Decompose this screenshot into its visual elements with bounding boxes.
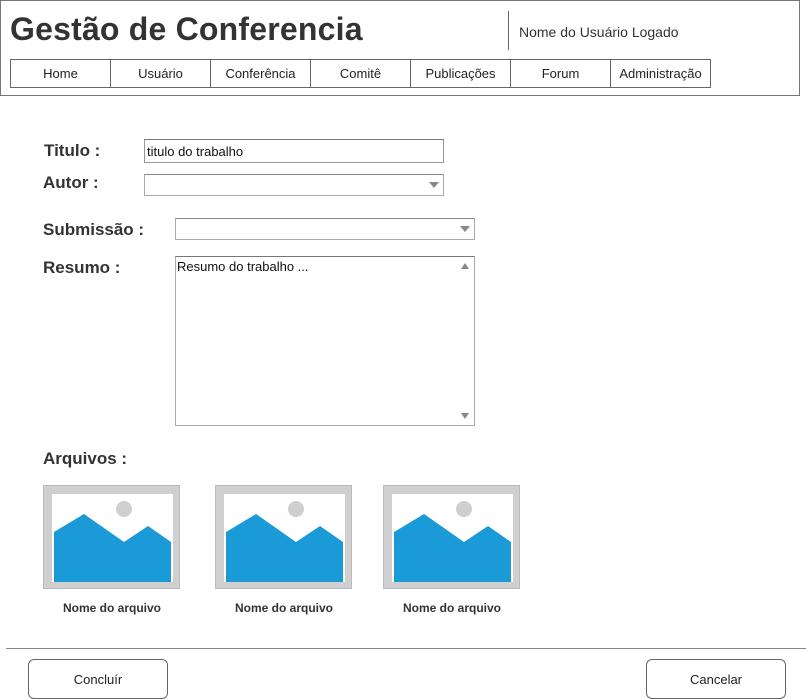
autor-label: Autor : <box>43 173 99 192</box>
nav-item-forum[interactable]: Forum <box>510 59 611 88</box>
titulo-input[interactable]: titulo do trabalho <box>144 139 444 163</box>
file-card[interactable]: Nome do arquivo <box>215 485 353 615</box>
file-name: Nome do arquivo <box>62 601 161 615</box>
chevron-down-icon[interactable] <box>425 175 443 195</box>
nav-item-comite[interactable]: Comitê <box>310 59 411 88</box>
file-card[interactable]: Nome do arquivo <box>43 485 181 615</box>
image-placeholder-icon[interactable] <box>43 485 180 589</box>
file-card[interactable]: Nome do arquivo <box>383 485 521 615</box>
autor-select[interactable] <box>144 174 444 196</box>
logged-user-name[interactable]: Nome do Usuário Logado <box>519 24 679 40</box>
submissao-label: Submissão : <box>43 220 145 239</box>
file-name: Nome do arquivo <box>234 601 333 615</box>
nav-item-publicacoes[interactable]: Publicações <box>410 59 511 88</box>
header-divider <box>508 11 509 50</box>
nav-item-conferencia[interactable]: Conferência <box>210 59 311 88</box>
main-nav: Home Usuário Conferência Comitê Publicaç… <box>10 59 711 88</box>
scroll-up-icon[interactable] <box>461 263 469 269</box>
scroll-down-icon[interactable] <box>461 413 469 419</box>
resumo-textarea[interactable]: Resumo do trabalho ... <box>175 256 475 426</box>
resumo-text: Resumo do trabalho ... <box>177 259 309 274</box>
titulo-label: Titulo : <box>44 141 101 160</box>
image-placeholder-icon[interactable] <box>383 485 520 589</box>
submissao-select[interactable] <box>175 218 475 240</box>
cancelar-button[interactable]: Cancelar <box>646 659 786 699</box>
resumo-scrollbar[interactable] <box>458 257 474 425</box>
chevron-down-icon[interactable] <box>456 219 474 239</box>
app-header: Gestão de Conferencia Nome do Usuário Lo… <box>0 0 800 96</box>
resumo-label: Resumo : <box>43 258 121 277</box>
arquivos-label: Arquivos : <box>43 449 128 468</box>
footer-divider <box>6 648 806 649</box>
nav-item-usuario[interactable]: Usuário <box>110 59 211 88</box>
nav-item-home[interactable]: Home <box>10 59 111 88</box>
image-placeholder-icon[interactable] <box>215 485 352 589</box>
file-name: Nome do arquivo <box>402 601 501 615</box>
app-title: Gestão de Conferencia <box>10 11 363 47</box>
concluir-button[interactable]: Concluír <box>28 659 168 699</box>
nav-item-administracao[interactable]: Administração <box>610 59 711 88</box>
